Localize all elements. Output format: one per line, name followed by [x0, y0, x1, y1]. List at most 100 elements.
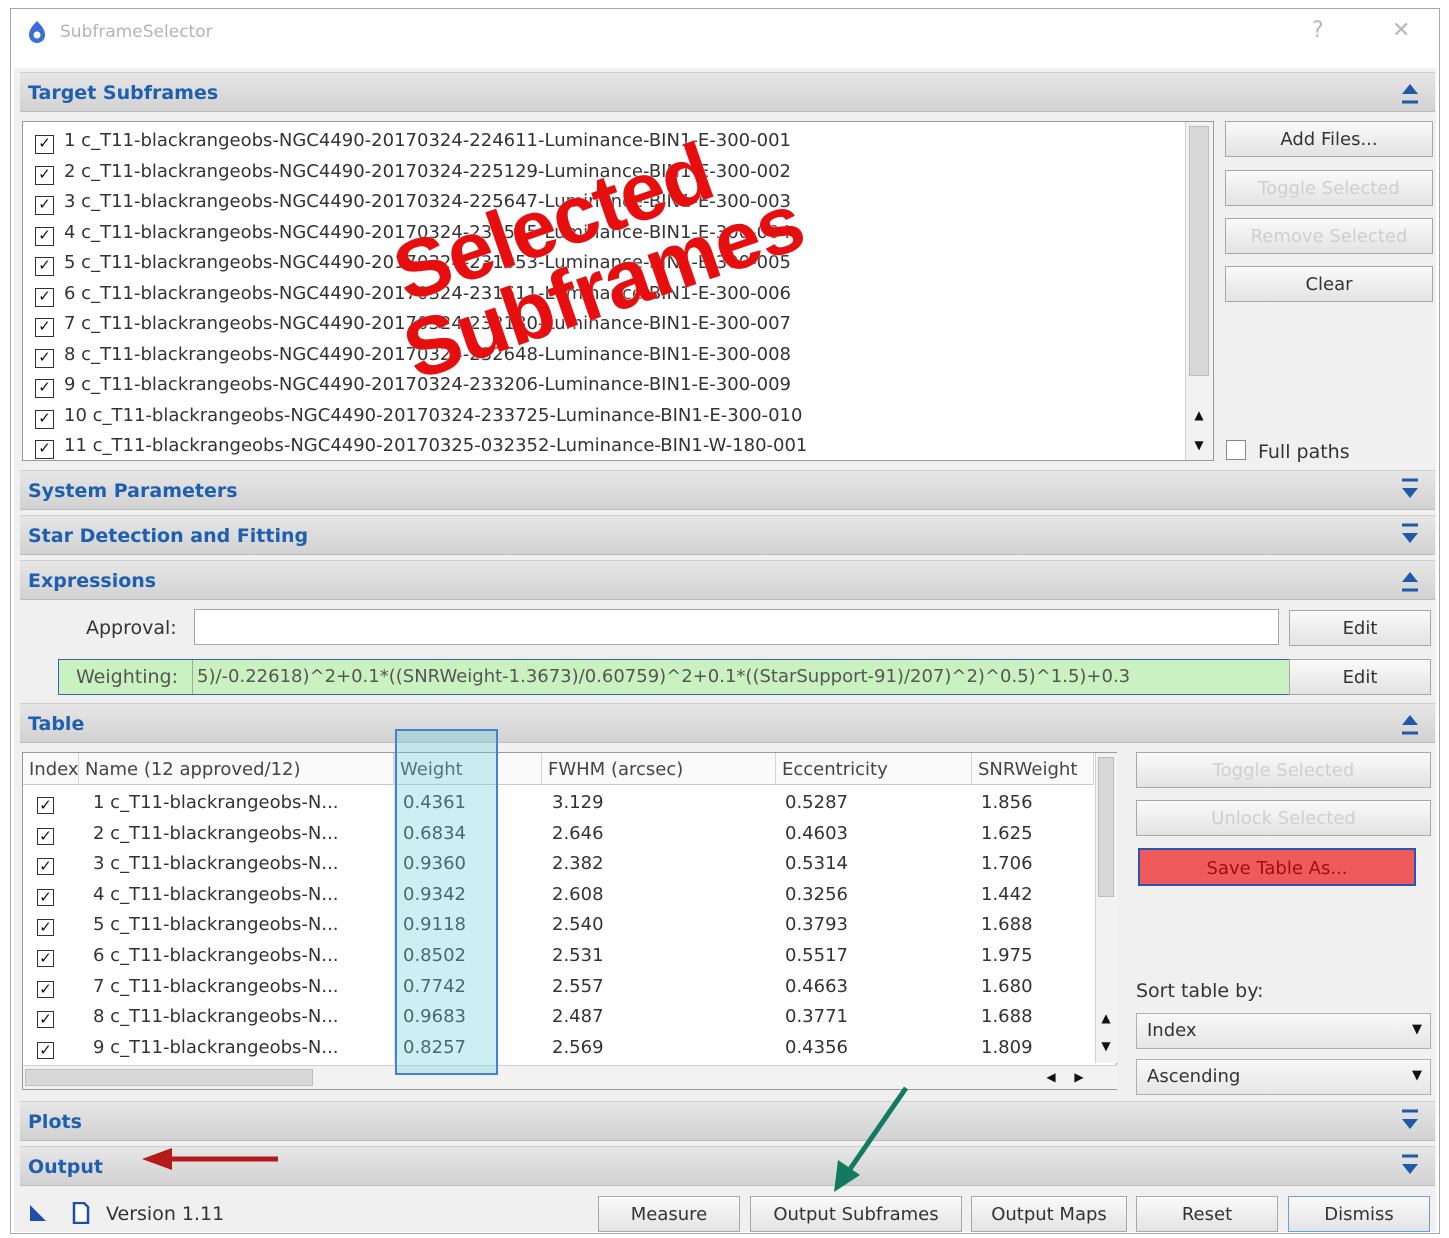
cell-snr: 1.625	[981, 822, 1033, 844]
add-files-button[interactable]: Add Files...	[1225, 121, 1433, 157]
checkbox-checked-icon[interactable]: ✓	[37, 919, 54, 937]
checkbox-checked-icon[interactable]: ✓	[37, 797, 54, 814]
section-system-parameters[interactable]: System Parameters	[20, 470, 1435, 510]
table-row[interactable]: ✓ 4 c_T11-blackrangeobs-N... 0.9342 2.608 0.…	[23, 881, 1093, 911]
expand-icon[interactable]	[1399, 478, 1421, 502]
checkbox-checked-icon[interactable]: ✓	[37, 950, 54, 967]
table-row[interactable]: ✓ 3 c_T11-blackrangeobs-N... 0.9360 2.382 0.…	[23, 850, 1093, 880]
edit-label: Edit	[1342, 618, 1378, 639]
clear-button[interactable]: Clear	[1225, 266, 1433, 302]
full-paths-checkbox[interactable]	[1226, 440, 1246, 460]
checkbox-checked-icon[interactable]: ✓	[37, 858, 54, 876]
title-bar[interactable]	[12, 10, 1438, 60]
column-header-fwhm[interactable]: FWHM (arcsec)	[542, 753, 776, 785]
sort-order-select[interactable]: Ascending ▼	[1136, 1059, 1431, 1095]
section-star-detection[interactable]: Star Detection and Fitting	[20, 515, 1435, 555]
help-button[interactable]: ?	[1312, 18, 1324, 43]
weighting-field[interactable]: 5)/-0.22618)^2+0.1*((SNRWeight-1.3673)/0…	[192, 660, 1286, 694]
weighting-label: Weighting:	[76, 666, 178, 688]
expand-icon[interactable]	[1399, 1154, 1421, 1178]
cell-snr: 1.680	[981, 975, 1033, 997]
list-item[interactable]: ✓ 10 c_T11-blackrangeobs-NGC4490-20170324…	[35, 405, 802, 435]
output-subframes-label: Output Subframes	[773, 1204, 939, 1225]
table-row[interactable]: ✓ 2 c_T11-blackrangeobs-N... 0.6834 2.646 0.…	[23, 820, 1093, 850]
reset-button[interactable]: Reset	[1136, 1196, 1278, 1232]
sort-field-select[interactable]: Index ▼	[1136, 1013, 1431, 1049]
approval-edit-button[interactable]: Edit	[1289, 610, 1431, 646]
section-title: Output	[28, 1156, 103, 1178]
cell-ecc: 0.4356	[785, 1036, 848, 1058]
column-header-eccentricity[interactable]: Eccentricity	[776, 753, 972, 785]
list-item[interactable]: ✓ 9 c_T11-blackrangeobs-NGC4490-20170324-…	[35, 374, 791, 404]
documentation-icon[interactable]	[72, 1202, 90, 1224]
section-plots[interactable]: Plots	[20, 1101, 1435, 1141]
checkbox-checked-icon[interactable]: ✓	[35, 379, 54, 398]
table-row[interactable]: ✓ 1 c_T11-blackrangeobs-N... 0.4361 3.129 0.…	[23, 789, 1093, 819]
toggle-selected-button[interactable]: Toggle Selected	[1225, 170, 1433, 206]
expand-icon[interactable]	[1399, 1109, 1421, 1133]
checkbox-checked-icon[interactable]: ✓	[35, 409, 54, 429]
checkbox-checked-icon[interactable]: ✓	[35, 318, 54, 337]
collapse-icon[interactable]	[1399, 568, 1421, 592]
section-expressions[interactable]: Expressions	[20, 560, 1435, 600]
output-maps-button[interactable]: Output Maps	[971, 1196, 1127, 1232]
column-header-index[interactable]: Index	[23, 753, 79, 785]
checkbox-checked-icon[interactable]: ✓	[35, 165, 54, 185]
scroll-up-arrow-icon[interactable]: ▲	[1098, 1011, 1114, 1025]
checkbox-checked-icon[interactable]: ✓	[35, 440, 54, 459]
column-header-snrweight[interactable]: SNRWeight	[972, 753, 1094, 785]
cell-snr: 1.856	[981, 792, 1033, 813]
table-row[interactable]: ✓ 9 c_T11-blackrangeobs-N... 0.8257 2.569 0.…	[23, 1034, 1093, 1064]
table-row[interactable]: ✓ 8 c_T11-blackrangeobs-N... 0.9683 2.487 0.…	[23, 1003, 1093, 1033]
remove-selected-button[interactable]: Remove Selected	[1225, 218, 1433, 254]
checkbox-checked-icon[interactable]: ✓	[35, 287, 54, 307]
checkbox-checked-icon[interactable]: ✓	[35, 348, 54, 368]
app-logo-icon	[29, 21, 45, 43]
checkbox-checked-icon[interactable]: ✓	[35, 196, 54, 215]
table-vertical-scrollbar[interactable]: ▲ ▼	[1095, 753, 1117, 1063]
scrollbar-thumb[interactable]	[25, 1069, 313, 1086]
list-item[interactable]: ✓ 11 c_T11-blackrangeobs-NGC4490-20170325…	[35, 435, 807, 465]
section-output[interactable]: Output	[20, 1146, 1435, 1186]
checkbox-checked-icon[interactable]: ✓	[37, 1011, 54, 1029]
scrollbar-thumb[interactable]	[1189, 126, 1209, 376]
list-vertical-scrollbar[interactable]: ▲ ▼	[1185, 122, 1213, 460]
table-toggle-selected-button[interactable]: Toggle Selected	[1136, 752, 1431, 788]
output-subframes-button[interactable]: Output Subframes	[750, 1196, 962, 1232]
scroll-up-arrow-icon[interactable]: ▲	[1189, 408, 1209, 422]
table-row[interactable]: ✓ 7 c_T11-blackrangeobs-N... 0.7742 2.557 0.…	[23, 973, 1093, 1003]
section-target-subframes[interactable]: Target Subframes	[20, 72, 1435, 112]
window-title: SubframeSelector	[60, 22, 213, 42]
scroll-right-arrow-icon[interactable]: ▶	[1071, 1070, 1087, 1084]
unlock-selected-button[interactable]: Unlock Selected	[1136, 800, 1431, 836]
table-row[interactable]: ✓ 5 c_T11-blackrangeobs-N... 0.9118 2.540 0.…	[23, 911, 1093, 941]
dismiss-button[interactable]: Dismiss	[1288, 1196, 1430, 1232]
expand-icon[interactable]	[1399, 523, 1421, 547]
measure-button[interactable]: Measure	[598, 1196, 740, 1232]
section-table[interactable]: Table	[20, 703, 1435, 743]
column-header-name[interactable]: Name (12 approved/12)	[79, 753, 394, 785]
collapse-icon[interactable]	[1399, 711, 1421, 735]
checkbox-checked-icon[interactable]: ✓	[37, 1041, 54, 1059]
close-button[interactable]: ✕	[1392, 18, 1410, 43]
checkbox-checked-icon[interactable]: ✓	[37, 888, 54, 906]
scroll-down-arrow-icon[interactable]: ▼	[1189, 438, 1209, 452]
sort-order-value: Ascending	[1147, 1066, 1241, 1087]
new-instance-icon[interactable]	[28, 1203, 48, 1223]
checkbox-checked-icon[interactable]: ✓	[37, 980, 54, 998]
scroll-down-arrow-icon[interactable]: ▼	[1098, 1039, 1114, 1053]
checkbox-checked-icon[interactable]: ✓	[35, 257, 54, 276]
checkbox-checked-icon[interactable]: ✓	[37, 827, 54, 845]
scroll-left-arrow-icon[interactable]: ◀	[1043, 1070, 1059, 1084]
table-row[interactable]: ✓ 6 c_T11-blackrangeobs-N... 0.8502 2.531 0.…	[23, 942, 1093, 972]
checkbox-checked-icon[interactable]: ✓	[35, 226, 54, 246]
scrollbar-thumb[interactable]	[1098, 757, 1114, 897]
measurements-table[interactable]: Index Name (12 approved/12) Weight FWHM …	[22, 752, 1117, 1090]
save-table-as-button[interactable]: Save Table As...	[1138, 848, 1416, 886]
checkbox-checked-icon[interactable]: ✓	[35, 135, 54, 154]
approval-field[interactable]	[194, 609, 1279, 645]
collapse-icon[interactable]	[1399, 80, 1421, 104]
table-horizontal-scrollbar[interactable]: ◀ ▶	[23, 1065, 1117, 1089]
toggle-selected-label: Toggle Selected	[1212, 760, 1355, 781]
weighting-edit-button[interactable]: Edit	[1289, 659, 1431, 695]
